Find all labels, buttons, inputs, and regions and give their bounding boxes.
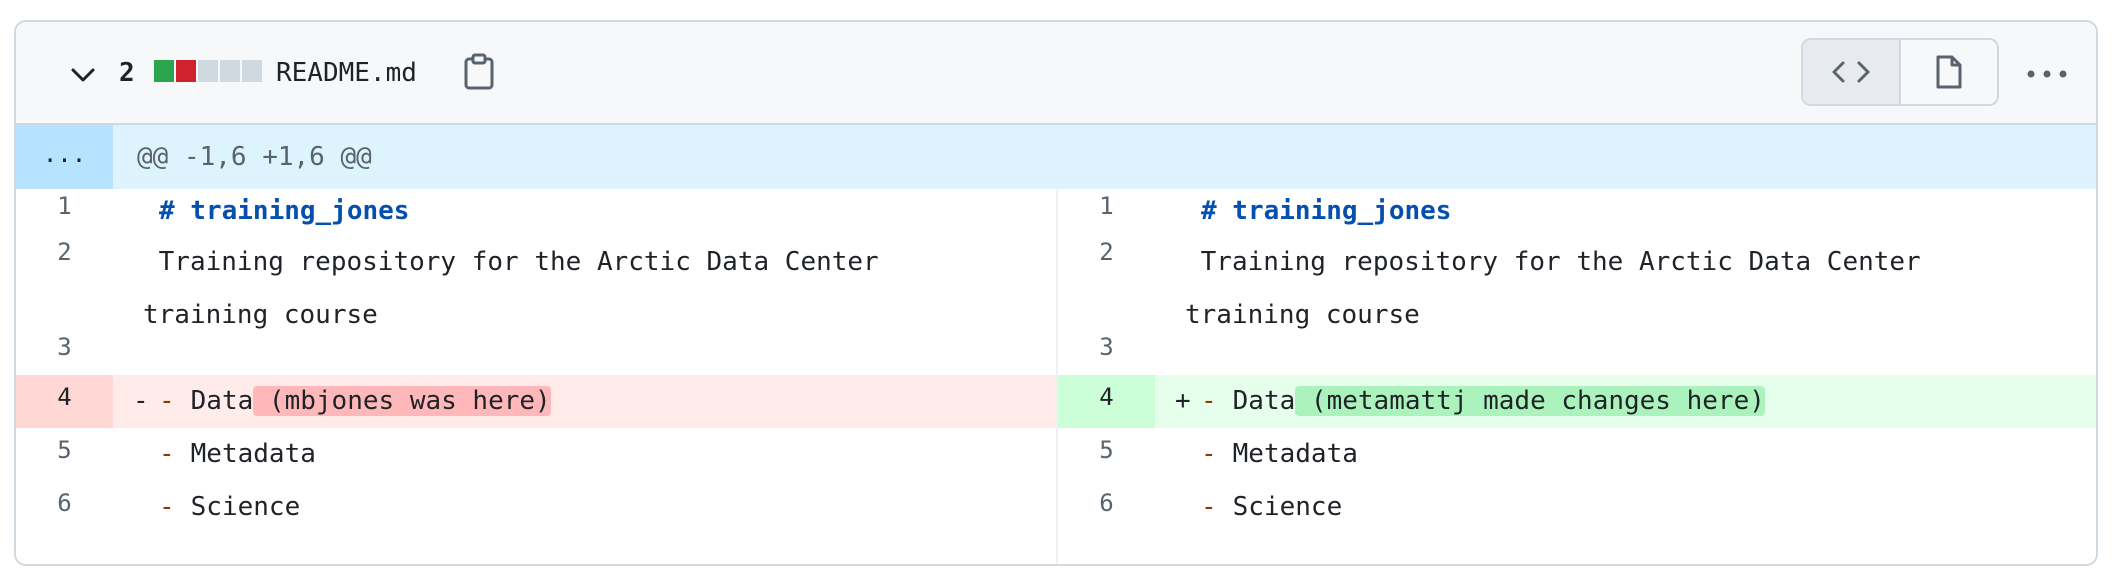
line-number[interactable]: 2 bbox=[16, 235, 113, 269]
view-toggle-group bbox=[1801, 38, 1999, 106]
file-header: 2 README.md bbox=[16, 22, 2096, 125]
line-number[interactable]: 5 bbox=[16, 428, 113, 481]
diffstat-block-neutral bbox=[220, 60, 240, 82]
chevron-down-icon[interactable] bbox=[68, 60, 98, 90]
diff-row-right-6: 6 - Science bbox=[1058, 481, 2096, 534]
diff-row-right-2: 2 Training repository for the Arctic Dat… bbox=[1058, 229, 2096, 330]
left-pane: 1 # training_jones 2 Training repository… bbox=[16, 189, 1056, 564]
addition-marker: + bbox=[1175, 386, 1191, 416]
line-number[interactable]: 4 bbox=[16, 375, 113, 428]
line-code: - Science bbox=[113, 481, 1056, 534]
list-bullet: - bbox=[159, 439, 175, 469]
diffstat-block-neutral bbox=[242, 60, 262, 82]
line-number[interactable]: 6 bbox=[1058, 481, 1155, 534]
diff-row-left-5: 5 - Metadata bbox=[16, 428, 1056, 481]
diff-row-right-3: 3 bbox=[1058, 322, 2096, 375]
line-code bbox=[1155, 322, 2096, 375]
changes-count: 2 bbox=[119, 58, 135, 88]
expand-hunk-button[interactable]: ... bbox=[16, 125, 113, 189]
deletion-marker: - bbox=[133, 386, 149, 416]
line-text: Science bbox=[175, 492, 301, 522]
line-code: - - Data (mbjones was here) bbox=[113, 375, 1056, 428]
diff-card: 2 README.md ... @@ -1,6 +1,6 @@ 1 # trai… bbox=[14, 20, 2098, 566]
diff-row-left-6: 6 - Science bbox=[16, 481, 1056, 534]
line-code: - Metadata bbox=[1155, 428, 2096, 481]
hunk-header-text: @@ -1,6 +1,6 @@ bbox=[137, 142, 372, 172]
diffstat-block-deleted bbox=[176, 60, 196, 82]
line-code: - Metadata bbox=[113, 428, 1056, 481]
line-number[interactable]: 6 bbox=[16, 481, 113, 534]
line-text: Training repository for the Arctic Data … bbox=[143, 247, 879, 277]
line-code: - Science bbox=[1155, 481, 2096, 534]
diff-row-right-1: 1 # training_jones bbox=[1058, 189, 2096, 229]
diffstat-block-neutral bbox=[198, 60, 218, 82]
diffstat bbox=[154, 60, 264, 82]
line-number[interactable]: 3 bbox=[16, 322, 113, 375]
diff-row-left-2: 2 Training repository for the Arctic Dat… bbox=[16, 229, 1056, 330]
line-code: # training_jones bbox=[1155, 189, 2096, 229]
list-bullet: - bbox=[1201, 492, 1217, 522]
list-bullet: - bbox=[1201, 386, 1217, 416]
line-number[interactable]: 2 bbox=[1058, 235, 1155, 269]
diff-row-left-1: 1 # training_jones bbox=[16, 189, 1056, 229]
line-number[interactable]: 3 bbox=[1058, 322, 1155, 375]
file-view-button[interactable] bbox=[1901, 40, 1997, 104]
line-text: Data (metamattj made changes here) bbox=[1217, 375, 1765, 428]
more-options-button[interactable] bbox=[2024, 56, 2070, 92]
copy-clipboard-icon[interactable] bbox=[462, 53, 496, 91]
line-number[interactable]: 4 bbox=[1058, 375, 1155, 428]
line-text: Science bbox=[1217, 492, 1343, 522]
file-name[interactable]: README.md bbox=[276, 55, 417, 91]
deleted-word-highlight: (mbjones was here) bbox=[253, 386, 551, 416]
diff-row-right-4-added: 4 + - Data (metamattj made changes here) bbox=[1058, 375, 2096, 428]
file-view-icon bbox=[1936, 55, 1962, 89]
code-view-icon bbox=[1832, 61, 1870, 83]
line-number[interactable]: 1 bbox=[1058, 189, 1155, 229]
added-word-highlight: (metamattj made changes here) bbox=[1295, 386, 1765, 416]
line-code: Training repository for the Arctic Data … bbox=[1155, 229, 2096, 330]
line-number[interactable]: 5 bbox=[1058, 428, 1155, 481]
line-number[interactable]: 1 bbox=[16, 189, 113, 229]
line-text: Metadata bbox=[175, 439, 316, 469]
line-text-plain: Data bbox=[1217, 386, 1296, 416]
line-text: Data (mbjones was here) bbox=[175, 375, 551, 428]
line-code: + - Data (metamattj made changes here) bbox=[1155, 375, 2096, 428]
line-text: Training repository for the Arctic Data … bbox=[1185, 247, 1921, 277]
hunk-header: ... @@ -1,6 +1,6 @@ bbox=[16, 125, 2096, 189]
line-code: # training_jones bbox=[113, 189, 1056, 229]
line-text-plain: Data bbox=[175, 386, 254, 416]
line-code bbox=[113, 322, 1056, 375]
line-text: Metadata bbox=[1217, 439, 1358, 469]
diffstat-block-added bbox=[154, 60, 174, 82]
code-view-button[interactable] bbox=[1803, 40, 1901, 104]
diff-row-right-5: 5 - Metadata bbox=[1058, 428, 2096, 481]
kebab-horizontal-icon bbox=[2027, 70, 2067, 78]
right-pane: 1 # training_jones 2 Training repository… bbox=[1056, 189, 2096, 564]
list-bullet: - bbox=[159, 492, 175, 522]
diff-row-left-4-deleted: 4 - - Data (mbjones was here) bbox=[16, 375, 1056, 428]
diff-row-left-3: 3 bbox=[16, 322, 1056, 375]
list-bullet: - bbox=[159, 386, 175, 416]
list-bullet: - bbox=[1201, 439, 1217, 469]
line-code: Training repository for the Arctic Data … bbox=[113, 229, 1056, 330]
